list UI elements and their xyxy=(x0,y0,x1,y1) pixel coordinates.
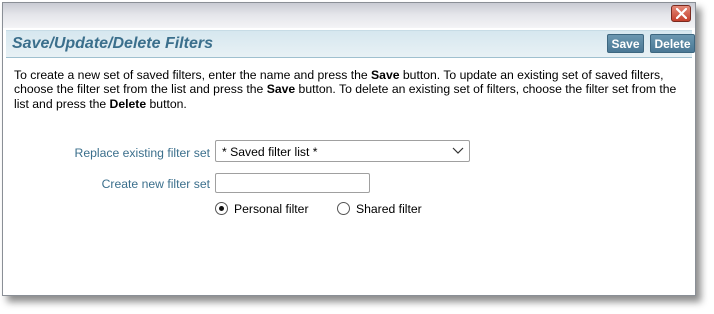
filter-dialog: Save/Update/Delete Filters Save Delete T… xyxy=(2,2,696,296)
create-filter-label: Create new filter set xyxy=(101,177,210,191)
new-filter-name-input[interactable] xyxy=(215,173,370,193)
personal-filter-label[interactable]: Personal filter xyxy=(234,202,309,216)
delete-keyword: Delete xyxy=(109,96,147,111)
save-keyword: Save xyxy=(266,82,296,97)
dialog-title: Save/Update/Delete Filters xyxy=(12,35,213,52)
saved-filter-select[interactable]: * Saved filter list * xyxy=(215,140,470,162)
close-button[interactable] xyxy=(671,5,691,22)
shared-filter-label[interactable]: Shared filter xyxy=(356,202,422,216)
shared-filter-radio[interactable] xyxy=(337,202,350,215)
close-icon xyxy=(675,8,687,19)
save-button[interactable]: Save xyxy=(607,34,644,53)
personal-filter-radio[interactable] xyxy=(215,202,228,215)
chevron-down-icon xyxy=(452,147,464,154)
delete-button[interactable]: Delete xyxy=(650,34,695,53)
instructions-text: To create a new set of saved filters, en… xyxy=(14,68,677,111)
replace-filter-label: Replace existing filter set xyxy=(74,146,210,160)
select-value: * Saved filter list * xyxy=(222,145,318,159)
window-titlebar xyxy=(3,3,695,28)
save-keyword: Save xyxy=(371,68,400,82)
dialog-header: Save/Update/Delete Filters Save Delete xyxy=(6,30,695,58)
